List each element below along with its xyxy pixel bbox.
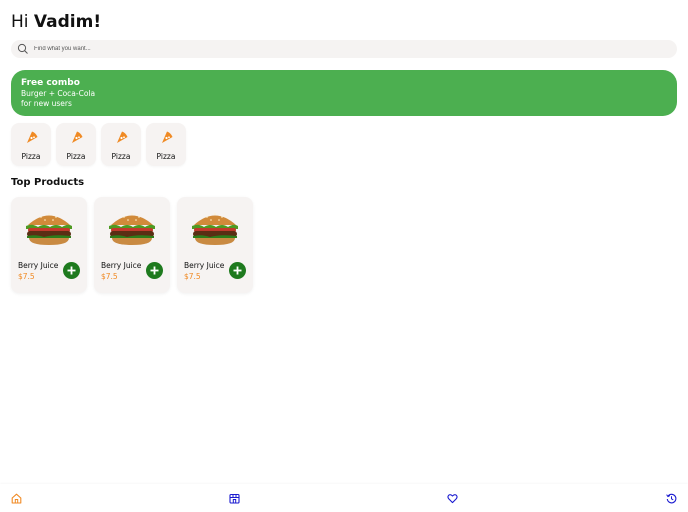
category-label: Pizza <box>111 152 131 161</box>
search-icon <box>17 43 29 55</box>
add-to-cart-button[interactable] <box>146 262 163 279</box>
promo-banner[interactable]: Free combo Burger + Coca-Cola for new us… <box>11 70 677 116</box>
category-list: Pizza Pizza Pizza Pizza <box>11 123 186 166</box>
greeting-text: Hi <box>11 12 29 32</box>
category-item-pizza[interactable]: Pizza <box>146 123 186 166</box>
product-name: Berry Juice <box>184 261 225 270</box>
user-name: Vadim! <box>33 12 102 32</box>
plus-icon <box>233 266 242 275</box>
greeting: Hi Vadim! <box>11 11 101 33</box>
product-name: Berry Juice <box>18 261 59 270</box>
promo-note: for new users <box>21 99 72 108</box>
plus-icon <box>150 266 159 275</box>
category-label: Pizza <box>156 152 176 161</box>
add-to-cart-button[interactable] <box>229 262 246 279</box>
product-price: $7.5 <box>18 272 35 281</box>
burger-image <box>107 208 157 248</box>
product-price: $7.5 <box>101 272 118 281</box>
product-card[interactable]: Berry Juice $7.5 <box>94 197 170 293</box>
category-label: Pizza <box>66 152 86 161</box>
promo-subtitle: Burger + Coca-Cola <box>21 89 96 98</box>
product-list: Berry Juice $7.5 Berry Juice $7.5 Berry … <box>11 197 253 293</box>
heart-icon[interactable] <box>447 493 458 504</box>
category-item-pizza[interactable]: Pizza <box>11 123 51 166</box>
product-name: Berry Juice <box>101 261 142 270</box>
product-card[interactable]: Berry Juice $7.5 <box>11 197 87 293</box>
search-input[interactable] <box>34 46 634 52</box>
history-icon[interactable] <box>666 493 677 504</box>
category-item-pizza[interactable]: Pizza <box>101 123 141 166</box>
pizza-icon <box>114 130 129 145</box>
promo-title: Free combo <box>21 78 80 88</box>
product-price: $7.5 <box>184 272 201 281</box>
category-item-pizza[interactable]: Pizza <box>56 123 96 166</box>
category-label: Pizza <box>21 152 41 161</box>
burger-image <box>190 208 240 248</box>
plus-icon <box>67 266 76 275</box>
pizza-icon <box>159 130 174 145</box>
add-to-cart-button[interactable] <box>63 262 80 279</box>
product-card[interactable]: Berry Juice $7.5 <box>177 197 253 293</box>
section-title: Top Products <box>11 177 85 188</box>
home-icon[interactable] <box>11 493 22 504</box>
pizza-icon <box>24 130 39 145</box>
burger-image <box>24 208 74 248</box>
store-icon[interactable] <box>229 493 240 504</box>
bottom-nav <box>0 484 688 512</box>
search-bar[interactable] <box>11 40 677 58</box>
pizza-icon <box>69 130 84 145</box>
